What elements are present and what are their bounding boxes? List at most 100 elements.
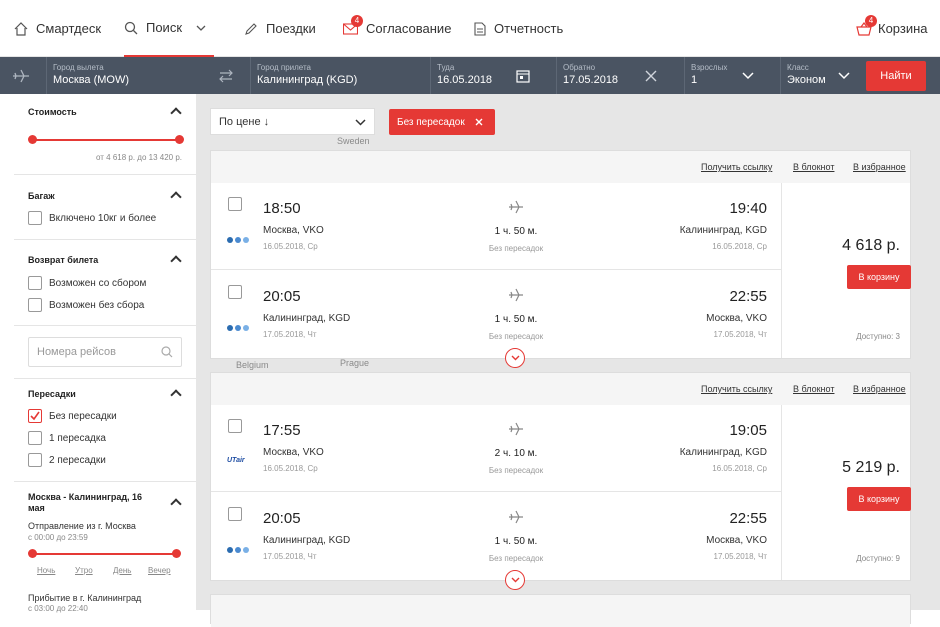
stops-two-checkbox[interactable] [28,453,42,467]
departure-time: 20:05 [263,510,301,527]
flight-stops: Без пересадок [488,244,544,253]
offer-card [210,594,911,627]
divider [14,174,196,175]
departure-slider [32,553,178,555]
nav-item-trips[interactable]: Поездки [244,0,316,57]
departure-range: с 00:00 до 23:59 [28,533,88,542]
arrival-date: 17.05.2018, Чт [713,552,767,561]
adults-field[interactable]: Взрослых 1 [684,57,772,94]
filter-route-title: Москва - Калининград, 16 мая [28,492,143,513]
price-column: 5 219 р. В корзину Доступно: 9 [781,405,911,580]
departure-city: Москва, VKO [263,447,324,458]
refund-free-checkbox[interactable] [28,298,42,312]
checkmark-icon [30,411,40,421]
expand-button[interactable] [505,570,525,590]
price-slider-max[interactable] [175,135,184,144]
from-field[interactable]: Город вылета Москва (MOW) [46,57,218,94]
flight-number-input[interactable]: Номера рейсов [28,337,182,367]
chevron-up-icon[interactable] [170,389,182,401]
close-icon[interactable] [475,118,483,126]
seats-available: Доступно: 3 [856,332,900,341]
to-favorites-link[interactable]: В избранное [853,384,906,394]
airline-logo [227,325,249,331]
time-day[interactable]: День [113,566,131,575]
stops-one-checkbox[interactable] [28,431,42,445]
nav-item-reports[interactable]: Отчетность [474,0,563,57]
chevron-up-icon[interactable] [170,191,182,203]
calendar-icon[interactable] [516,57,530,94]
chevron-up-icon[interactable] [170,498,182,510]
sort-select[interactable]: По цене ↓ [210,108,375,135]
baggage-checkbox[interactable] [28,211,42,225]
departure-slider-max[interactable] [172,549,181,558]
to-favorites-link[interactable]: В избранное [853,162,906,172]
arrival-time: 19:05 [729,422,767,439]
chevron-down-icon[interactable] [742,57,754,94]
departure-date: 16.05.2018, Ср [263,464,318,473]
time-evening[interactable]: Вечер [148,566,171,575]
nav-item-search[interactable]: Поиск [124,0,214,57]
flight-segment: 20:05 Калининград, KGD 17.05.2018, Чт 1 … [211,271,781,358]
departure-date: 16.05.2018, Ср [263,242,318,251]
stops-none-checkbox[interactable] [28,409,42,423]
filter-tag-nonstop[interactable]: Без пересадок [389,109,495,135]
swap-icon[interactable] [218,57,234,94]
nav-label: Смартдеск [36,21,102,36]
flight-duration: 1 ч. 50 м. [494,226,538,237]
nav-item-smartdesk[interactable]: Смартдеск [14,0,101,57]
get-link[interactable]: Получить ссылку [701,384,772,394]
segment-checkbox[interactable] [228,197,242,211]
refund-fee-checkbox[interactable] [28,276,42,290]
approval-badge: 4 [351,15,363,27]
map-label: Belgium [236,360,269,370]
to-field[interactable]: Город прилета Калининград (KGD) [250,57,430,94]
filters-sidebar: Стоимость от 4 618 р. до 13 420 р. Багаж… [14,94,196,613]
departure-city: Калининград, KGD [263,313,351,324]
divider [14,239,196,240]
departure-time: 20:05 [263,288,301,305]
date-back-field[interactable]: Обратно 17.05.2018 [556,57,676,94]
stops-two-label: 2 пересадки [49,455,106,466]
arrival-city: Калининград, KGD [679,225,767,236]
cart-badge: 4 [865,15,877,27]
chevron-down-icon[interactable] [838,57,850,94]
pencil-icon [245,22,257,35]
offer-card: Получить ссылку В блокнот В избранное UT… [210,372,911,590]
chevron-down-icon[interactable] [196,23,206,33]
time-morning[interactable]: Утро [75,566,93,575]
arrival-time: 22:55 [729,510,767,527]
segment-checkbox[interactable] [228,507,242,521]
home-icon [14,21,28,36]
plane-icon [509,510,523,524]
segment-checkbox[interactable] [228,419,242,433]
arrival-city: Москва, VKO [706,535,767,546]
nav-item-approval[interactable]: Согласование [343,0,451,57]
price-slider-min[interactable] [28,135,37,144]
add-to-cart-button[interactable]: В корзину [847,265,911,289]
cart-button[interactable]: Корзина [856,0,928,57]
plane-icon [509,200,523,214]
filter-refund-title: Возврат билета [28,255,99,265]
add-to-cart-button[interactable]: В корзину [847,487,911,511]
sort-label: По цене ↓ [219,116,270,128]
search-icon [161,346,173,358]
to-notebook-link[interactable]: В блокнот [793,162,834,172]
filter-baggage-title: Багаж [28,191,55,201]
chevron-up-icon[interactable] [170,255,182,267]
get-link[interactable]: Получить ссылку [701,162,772,172]
segment-checkbox[interactable] [228,285,242,299]
departure-slider-min[interactable] [28,549,37,558]
stops-none-label: Без пересадки [49,411,117,422]
to-notebook-link[interactable]: В блокнот [793,384,834,394]
filter-price-title: Стоимость [28,107,77,117]
flight-duration: 1 ч. 50 м. [494,536,538,547]
divider [14,481,196,482]
close-icon[interactable] [645,57,657,94]
time-night[interactable]: Ночь [37,566,55,575]
stops-one-label: 1 пересадка [49,433,106,444]
departure-time: 18:50 [263,200,301,217]
chevron-up-icon[interactable] [170,107,182,119]
expand-button[interactable] [505,348,525,368]
arrival-date: 16.05.2018, Ср [712,242,767,251]
find-button[interactable]: Найти [866,61,926,91]
